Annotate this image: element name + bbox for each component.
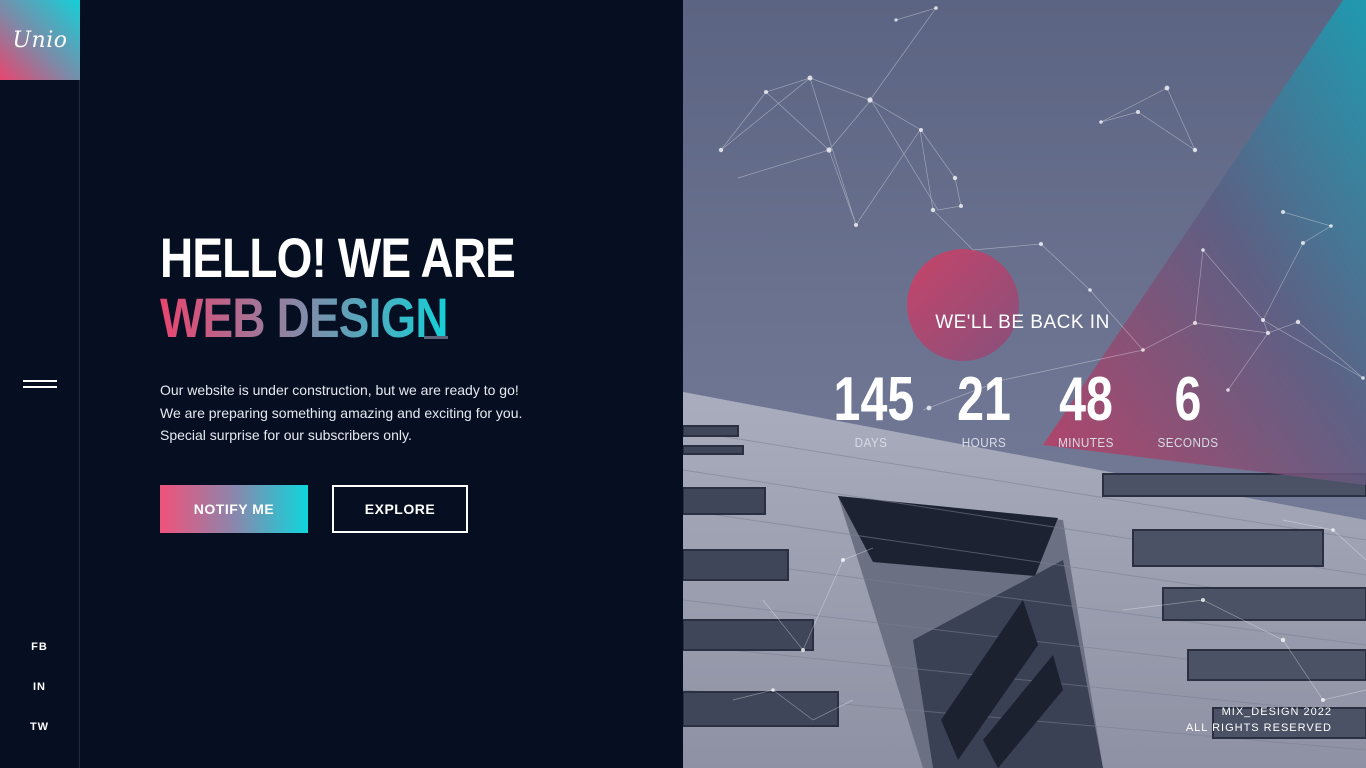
social-link-fb[interactable]: FB: [0, 641, 79, 653]
description-line: We are preparing something amazing and e…: [160, 404, 523, 421]
countdown-seconds-value: 6: [1174, 365, 1202, 434]
countdown-days-value: 145: [833, 365, 915, 434]
countdown-minutes-value: 48: [1059, 365, 1113, 434]
countdown-minutes-label: MINUTES: [1058, 435, 1114, 450]
countdown-hours-label: HOURS: [961, 435, 1007, 450]
hero-title-line2: WEB DESIGN: [160, 286, 449, 349]
typing-cursor: [424, 336, 448, 339]
brand-logo[interactable]: Unio: [0, 0, 80, 80]
countdown-days: 145 DAYS: [823, 365, 919, 451]
hero-title: HELLO! WE ARE WEB DESIGN: [160, 226, 516, 349]
copyright-footer: MIX_DESIGN 2022 ALL RIGHTS RESERVED: [1186, 704, 1332, 736]
logo-text: Unio: [12, 27, 68, 53]
building-background-image: [683, 0, 1366, 768]
social-link-in[interactable]: IN: [0, 681, 79, 693]
footer-line2: ALL RIGHTS RESERVED: [1185, 722, 1332, 734]
sidebar: Unio FB IN TW: [0, 0, 80, 768]
description-line: Our website is under construction, but w…: [160, 382, 519, 398]
countdown-hours-value: 21: [957, 365, 1011, 434]
countdown-days-label: DAYS: [854, 435, 888, 450]
countdown-title: WE'LL BE BACK IN: [935, 312, 1110, 333]
notify-me-button[interactable]: NOTIFY ME: [160, 485, 308, 533]
description-line: Special surprise for our subscribers onl…: [160, 427, 412, 443]
countdown-seconds: 6 SECONDS: [1149, 365, 1227, 451]
hero-visual: WE'LL BE BACK IN 145 DAYS 21 HOURS 48 MI…: [683, 0, 1366, 768]
footer-line1: MIX_DESIGN 2022: [1221, 706, 1332, 718]
countdown-seconds-label: SECONDS: [1157, 435, 1219, 450]
hero-description: Our website is under construction, but w…: [160, 379, 580, 447]
countdown-minutes: 48 MINUTES: [1047, 365, 1125, 451]
explore-button[interactable]: EXPLORE: [332, 485, 468, 533]
hamburger-menu-icon[interactable]: [23, 378, 57, 392]
countdown-hours: 21 HOURS: [945, 365, 1023, 451]
social-link-tw[interactable]: TW: [0, 721, 79, 733]
hero-title-line1: HELLO! WE ARE: [160, 226, 516, 289]
